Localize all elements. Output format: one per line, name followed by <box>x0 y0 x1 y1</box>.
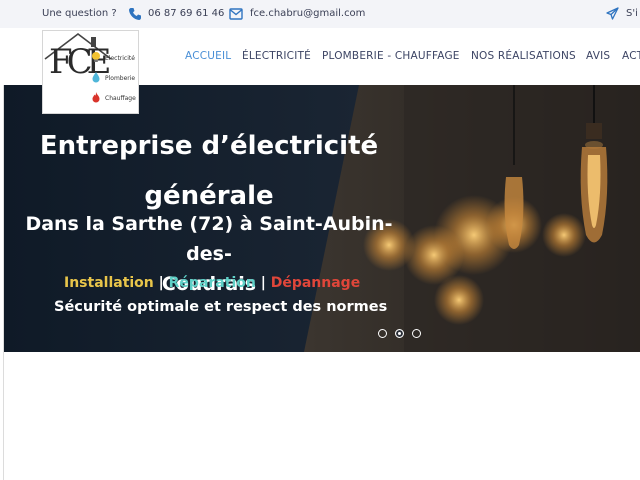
logo-label-electricite: Electricité <box>105 55 135 62</box>
logo-label-chauffage: Chauffage <box>105 95 136 102</box>
nav-item-accueil[interactable]: ACCUEIL <box>185 50 231 62</box>
question-text: Une question ? <box>42 8 117 19</box>
hero-services: Installation | Réparation | Dépannage <box>64 275 360 291</box>
signin-link[interactable]: S'i <box>626 8 638 19</box>
nav-item-actualites[interactable]: ACT <box>622 50 640 62</box>
nav-item-plomberie-chauffage[interactable]: PLOMBERIE - CHAUFFAGE <box>322 50 460 62</box>
service-installation: Installation <box>64 275 154 291</box>
service-separator: | <box>153 275 169 291</box>
flame-icon <box>92 92 100 103</box>
service-reparation: Réparation <box>168 275 256 291</box>
send-icon <box>606 7 619 20</box>
hero-security-text: Sécurité optimale et respect des normes <box>54 299 388 315</box>
email-link[interactable]: fce.chabru@gmail.com <box>250 8 365 19</box>
nav-item-nos-realisations[interactable]: NOS RÉALISATIONS <box>471 50 576 62</box>
hero-headline: Entreprise d’électricité générale <box>4 121 414 221</box>
slider-dot-1[interactable] <box>378 329 387 338</box>
mail-icon <box>229 8 243 20</box>
hero-slider[interactable]: Entreprise d’électricité générale Dans l… <box>4 85 640 352</box>
hero-subheadline-line-1: Dans la Sarthe (72) à Saint-Aubin-des- <box>25 213 393 265</box>
phone-link[interactable]: 06 87 69 61 46 <box>148 8 224 19</box>
lightbulb-icon <box>92 52 100 62</box>
slider-dot-3[interactable] <box>412 329 421 338</box>
nav-item-electricite[interactable]: ÉLECTRICITÉ <box>242 50 311 62</box>
top-bar: Une question ? 06 87 69 61 46 fce.chabru… <box>0 0 640 29</box>
slider-dot-2[interactable] <box>395 329 404 338</box>
logo-label-plomberie: Plomberie <box>105 75 136 82</box>
service-depannage: Dépannage <box>270 275 361 291</box>
nav-item-avis[interactable]: AVIS <box>586 50 610 62</box>
hero-headline-line-1: Entreprise d’électricité <box>39 131 379 161</box>
water-drop-icon <box>92 72 100 83</box>
service-separator: | <box>255 275 271 291</box>
phone-icon <box>129 8 141 20</box>
site-logo[interactable]: FCE Electricité Plomberie Chauffage <box>42 30 139 114</box>
